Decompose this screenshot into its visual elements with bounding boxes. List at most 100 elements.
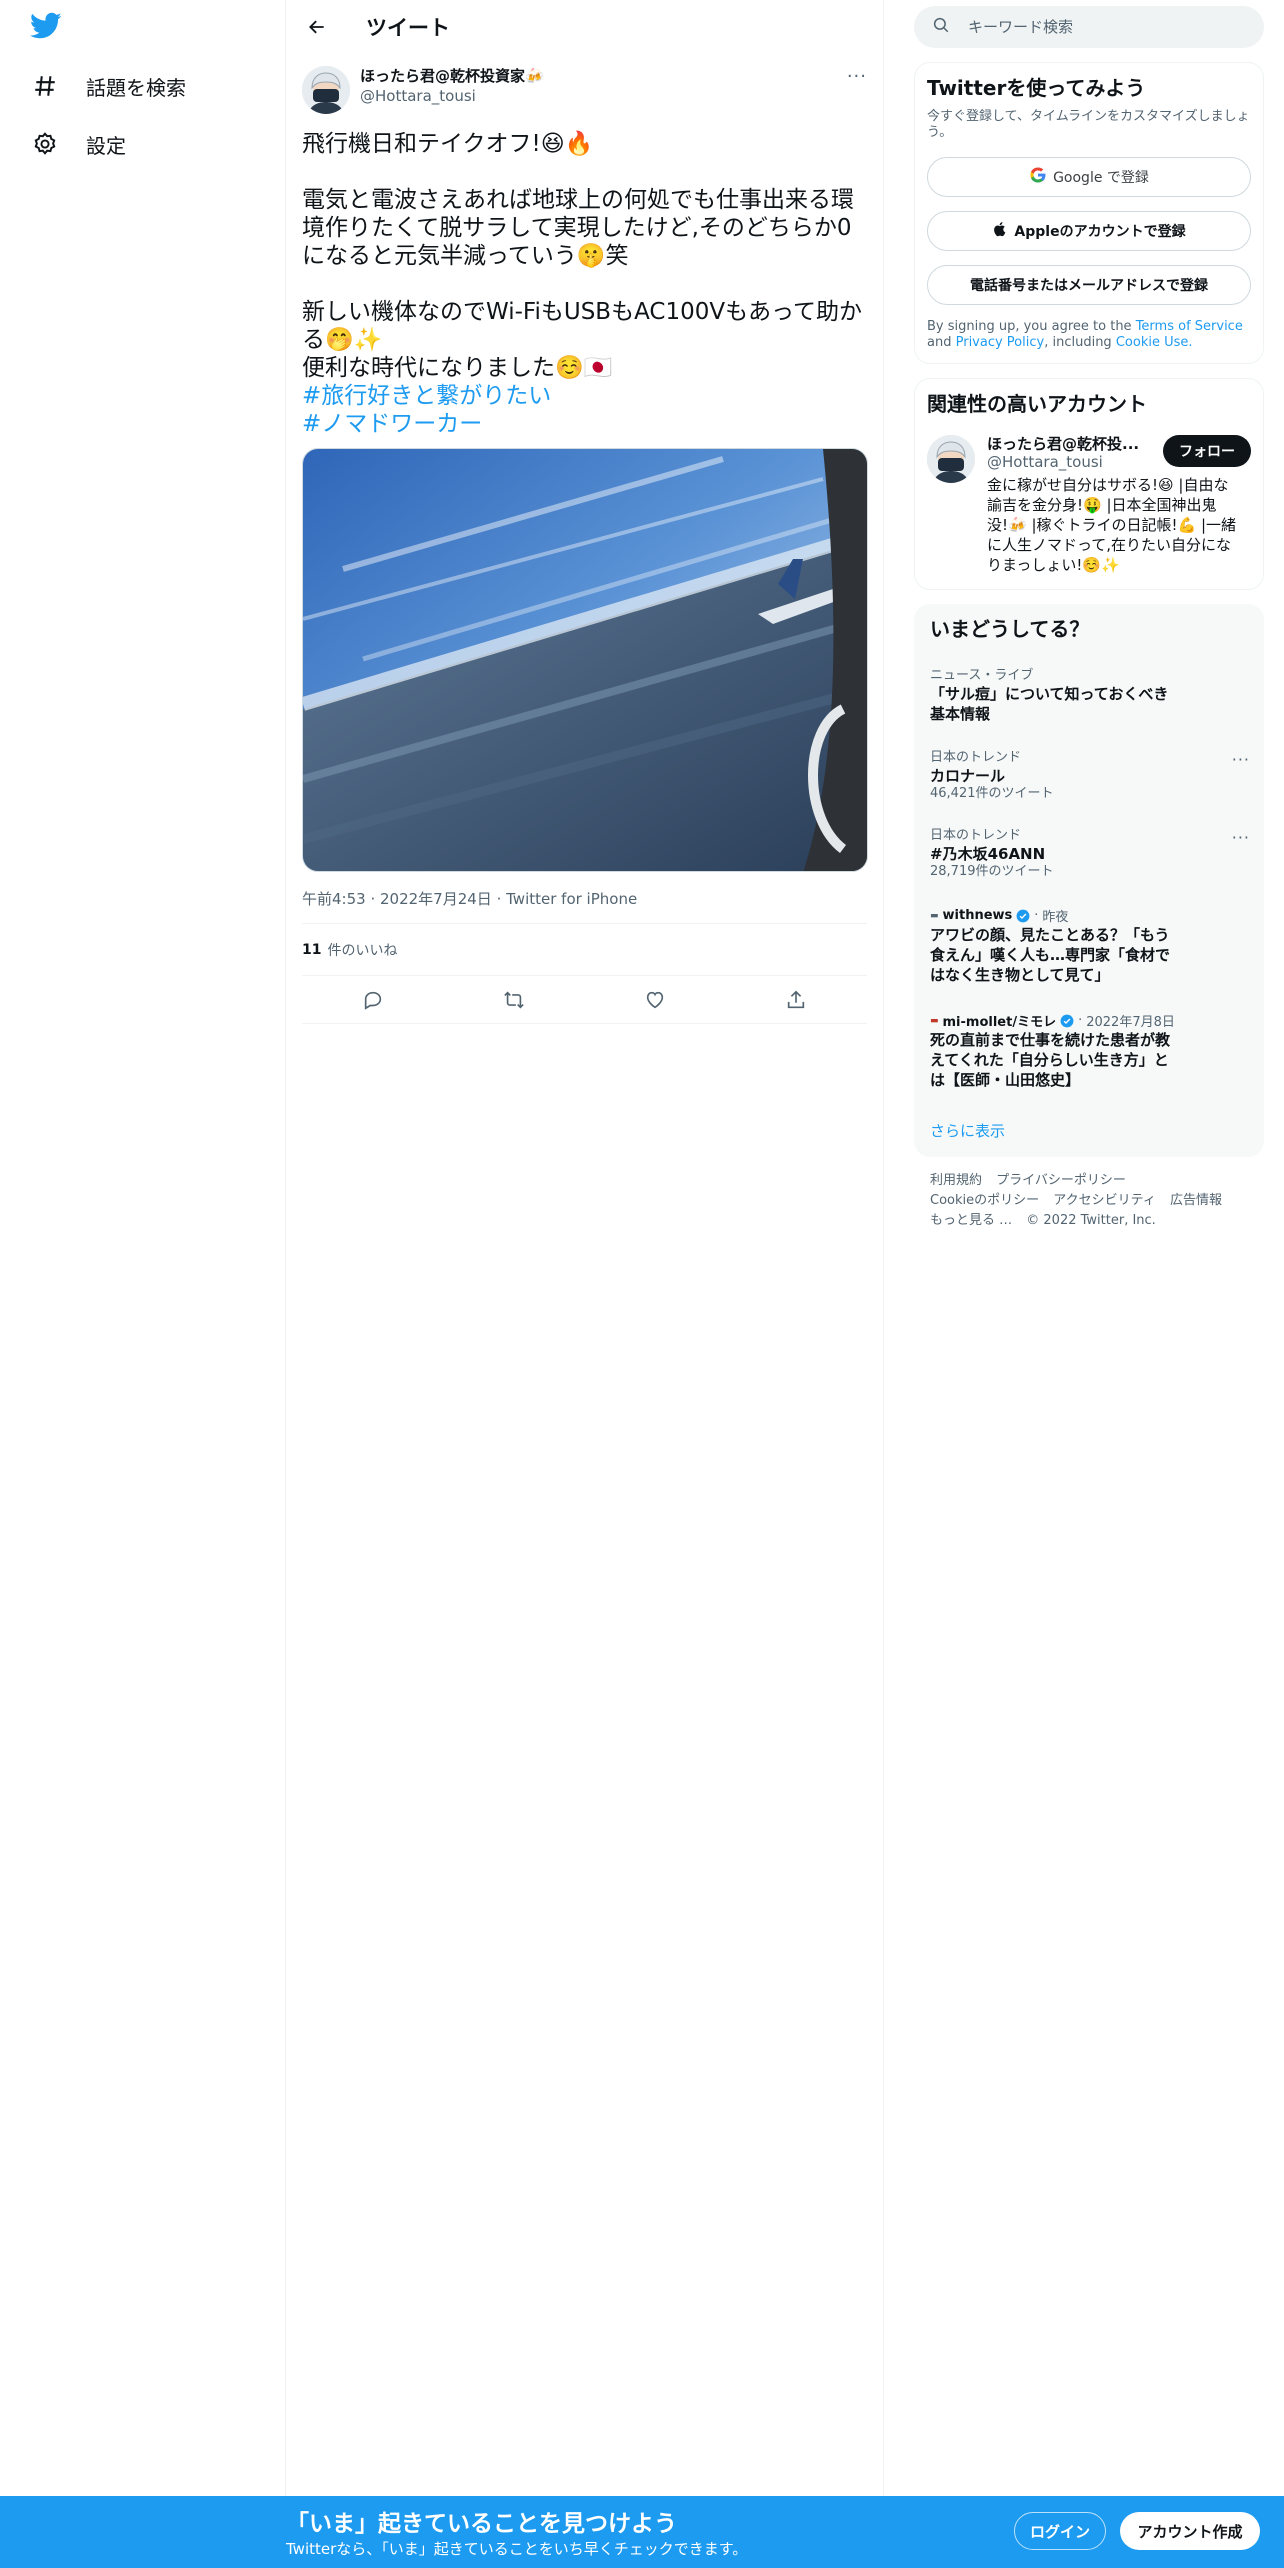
apple-icon xyxy=(992,220,1008,242)
signup-card: Twitterを使ってみよう 今すぐ登録して、タイムラインをカスタマイズしましょ… xyxy=(914,62,1264,364)
footer-terms-link[interactable]: 利用規約 xyxy=(930,1173,982,1188)
page-header: ツイート xyxy=(286,0,883,54)
bottom-bar-title: 「いま」起きていることを見つけよう xyxy=(286,2511,677,2537)
apple-signup-button[interactable]: Appleのアカウントで登録 xyxy=(927,211,1251,251)
footer-accessibility-link[interactable]: アクセシビリティ xyxy=(1053,1193,1156,1208)
bottom-bar-subtitle: Twitterなら、「いま」起きていることをいち早くチェックできます。 xyxy=(286,2540,748,2558)
news-time-separator: · xyxy=(1034,908,1039,923)
create-account-button[interactable]: アカウント作成 xyxy=(1120,2512,1260,2550)
hashtag-link[interactable]: #旅行好きと繋がりたい xyxy=(302,382,867,410)
avatar[interactable] xyxy=(302,66,350,114)
tweet-text: 飛行機日和テイクオフ!😆🔥 電気と電波さえあれば地球上の何処でも仕事出来る環境作… xyxy=(302,131,862,381)
news-source: ▬ withnews · 昨夜 xyxy=(930,906,1248,925)
footer-links: 利用規約 プライバシーポリシー Cookieのポリシー アクセシビリティ 広告情… xyxy=(914,1171,1264,1231)
page-title: ツイート xyxy=(366,16,450,40)
trend-name: #乃木坂46ANN xyxy=(930,845,1046,863)
more-options-icon[interactable]: ··· xyxy=(847,66,867,87)
avatar[interactable] xyxy=(927,435,975,483)
news-time: 2022年7月8日 xyxy=(1086,1015,1175,1030)
bottom-signup-bar: 「いま」起きていることを見つけよう Twitterなら、「いま」起きていることを… xyxy=(0,2496,1284,2568)
nav-settings-label: 設定 xyxy=(86,133,126,158)
author-handle[interactable]: @Hottara_tousi xyxy=(360,86,544,106)
trend-item[interactable]: 日本のトレンド カロナール 46,421件のツイート ··· xyxy=(914,750,1264,802)
footer-copyright: © 2022 Twitter, Inc. xyxy=(1026,1213,1156,1228)
main-column: ツイート ほったら君@乾杯投資家🍻 @Hottara_tousi ··· 飛行機… xyxy=(286,0,884,2500)
trend-item[interactable]: ニュース・ライブ 「サル痘」について知っておくべき基本情報 xyxy=(914,668,1264,724)
back-arrow-icon[interactable] xyxy=(302,12,332,42)
footer-cookie-link[interactable]: Cookieのポリシー xyxy=(930,1193,1039,1208)
footer-more-link[interactable]: もっと見る … xyxy=(930,1213,1012,1228)
related-account[interactable]: ほったら君@乾杯投... @Hottara_tousi 金に稼がせ自分はサボる!… xyxy=(927,435,1251,575)
follow-button[interactable]: フォロー xyxy=(1163,435,1251,467)
tweet-timestamp: 午前4:53 · 2022年7月24日 · Twitter for iPhone xyxy=(302,888,867,924)
source-logo-icon: ▬ xyxy=(930,910,939,921)
retweet-icon[interactable] xyxy=(497,983,531,1017)
reply-icon[interactable] xyxy=(356,983,390,1017)
signup-subtitle: 今すぐ登録して、タイムラインをカスタマイズしましょう。 xyxy=(927,109,1250,140)
nav-item-explore[interactable]: 話題を検索 xyxy=(30,64,186,108)
search-bar[interactable] xyxy=(914,6,1264,48)
left-navigation: 話題を検索 設定 xyxy=(0,0,286,2568)
share-icon[interactable] xyxy=(779,983,813,1017)
gear-icon xyxy=(30,129,60,159)
news-time: 昨夜 xyxy=(1042,910,1069,925)
hashtag-link[interactable]: #ノマドワーカー xyxy=(302,410,867,438)
terms-prefix: By signing up, you agree to the xyxy=(927,319,1132,334)
verified-badge-icon xyxy=(1060,1014,1074,1028)
search-icon xyxy=(932,16,950,38)
terms-of-service-link[interactable]: Terms of Service xyxy=(1136,319,1243,334)
more-options-icon[interactable]: ··· xyxy=(1232,750,1250,769)
terms-and: and xyxy=(927,335,952,350)
google-signup-label: Google で登録 xyxy=(1053,170,1149,186)
twitter-logo-icon[interactable] xyxy=(29,12,70,44)
trend-item[interactable]: 日本のトレンド #乃木坂46ANN 28,719件のツイート ··· xyxy=(914,828,1264,880)
related-accounts-card: 関連性の高いアカウント ほったら君@乾杯投... @Hottara_tousi … xyxy=(914,378,1264,590)
tweet-hashtags: #旅行好きと繋がりたい #ノマドワーカー xyxy=(302,382,867,438)
google-signup-button[interactable]: Google で登録 xyxy=(927,157,1251,197)
news-item[interactable]: ▬ withnews · 昨夜 アワビの顔、見たことある？「もう食えん」嘆く人も… xyxy=(914,906,1264,985)
right-sidebar: Twitterを使ってみよう 今すぐ登録して、タイムラインをカスタマイズしましょ… xyxy=(914,0,1264,1231)
tweet-actions xyxy=(302,976,867,1024)
tweet-source[interactable]: Twitter for iPhone xyxy=(506,890,637,908)
signup-title: Twitterを使ってみよう xyxy=(927,76,1146,100)
terms-including: , including xyxy=(1044,335,1112,350)
news-headline: アワビの顔、見たことある？「もう食えん」嘆く人も…専門家「食材ではなく生き物とし… xyxy=(930,926,1171,984)
more-options-icon[interactable]: ··· xyxy=(1232,828,1250,847)
likes-label: 件のいいね xyxy=(327,942,398,959)
news-time-separator: · xyxy=(1078,1013,1083,1028)
verified-badge-icon xyxy=(1016,909,1030,923)
google-icon xyxy=(1029,166,1047,188)
hashtag-icon xyxy=(30,71,60,101)
news-source-name: mi-mollet/ミモレ xyxy=(942,1015,1057,1030)
search-input[interactable] xyxy=(968,18,1228,36)
apple-signup-label: Appleのアカウントで登録 xyxy=(1014,224,1186,240)
nav-item-settings[interactable]: 設定 xyxy=(30,122,126,166)
trends-card: いまどうしてる？ ニュース・ライブ 「サル痘」について知っておくべき基本情報 日… xyxy=(914,604,1264,1157)
news-item[interactable]: ▬ mi-mollet/ミモレ · 2022年7月8日 死の直前まで仕事を続けた… xyxy=(914,1011,1264,1090)
tweet-time[interactable]: 午前4:53 xyxy=(302,890,366,908)
signup-terms: By signing up, you agree to the Terms of… xyxy=(927,319,1251,351)
likes-summary[interactable]: 11 件のいいね xyxy=(302,924,867,976)
privacy-policy-link[interactable]: Privacy Policy xyxy=(956,335,1045,350)
heart-icon[interactable] xyxy=(638,983,672,1017)
cookie-use-link[interactable]: Cookie Use. xyxy=(1116,335,1193,350)
show-more-link[interactable]: さらに表示 xyxy=(914,1120,1264,1141)
trend-name: 「サル痘」について知っておくべき基本情報 xyxy=(930,685,1169,723)
trend-count: 46,421件のツイート xyxy=(930,786,1054,801)
news-source: ▬ mi-mollet/ミモレ · 2022年7月8日 xyxy=(930,1011,1248,1030)
tweet-author: ほったら君@乾杯投資家🍻 @Hottara_tousi ··· xyxy=(302,66,867,118)
trend-count: 28,719件のツイート xyxy=(930,864,1054,879)
news-headline: 死の直前まで仕事を続けた患者が教えてくれた「自分らしい生き方」とは【医師・山田悠… xyxy=(930,1031,1171,1089)
tweet-date[interactable]: 2022年7月24日 xyxy=(380,890,492,908)
footer-ads-link[interactable]: 広告情報 xyxy=(1170,1193,1222,1208)
phone-signup-button[interactable]: 電話番号またはメールアドレスで登録 xyxy=(927,265,1251,305)
tweet-detail: ほったら君@乾杯投資家🍻 @Hottara_tousi ··· 飛行機日和テイク… xyxy=(286,66,883,1024)
login-button[interactable]: ログイン xyxy=(1014,2512,1106,2550)
footer-privacy-link[interactable]: プライバシーポリシー xyxy=(996,1173,1126,1188)
author-name[interactable]: ほったら君@乾杯投資家🍻 xyxy=(360,66,544,86)
tweet-photo[interactable] xyxy=(302,448,868,872)
likes-count: 11 xyxy=(302,941,322,958)
trend-category: 日本のトレンド xyxy=(930,828,1022,843)
related-title: 関連性の高いアカウント xyxy=(927,392,1147,416)
nav-explore-label: 話題を検索 xyxy=(86,75,186,100)
